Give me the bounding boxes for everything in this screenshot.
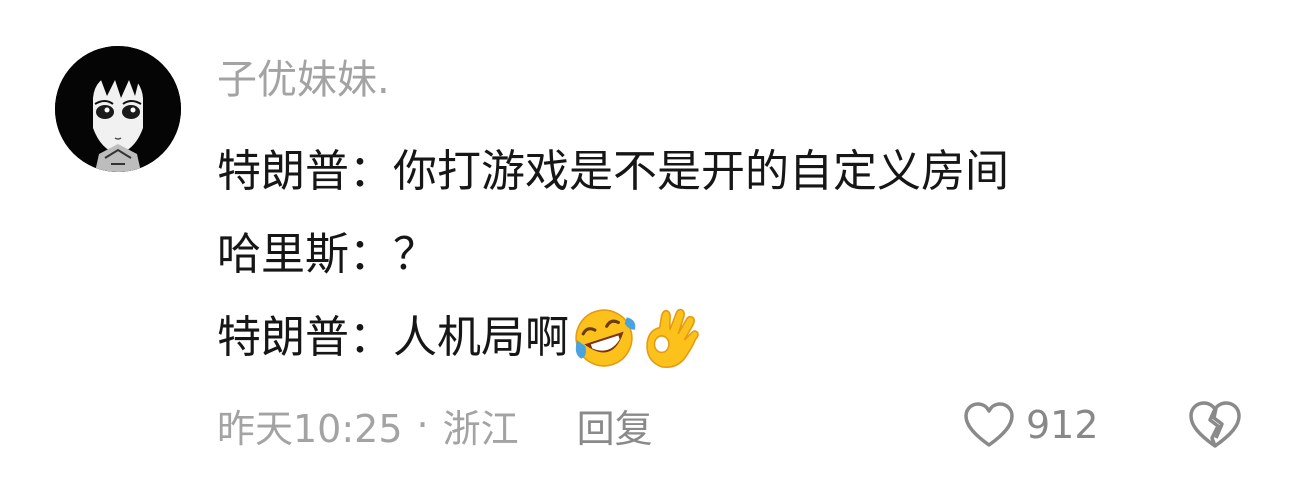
comment-line-text: 特朗普：你打游戏是不是开的自定义房间: [217, 146, 1009, 197]
comment-line-text: 哈里斯：？: [217, 229, 437, 280]
username[interactable]: 子优妹妹.: [217, 52, 390, 108]
meta-separator: ·: [416, 403, 429, 447]
comment-item: 子优妹妹. 特朗普：你打游戏是不是开的自定义房间 哈里斯：？ 特朗普：人机局啊: [0, 0, 1312, 495]
avatar-image: [55, 46, 181, 172]
timestamp: 昨天10:25: [217, 406, 403, 451]
rolling-laughing-emoji-icon: [575, 308, 636, 367]
avatar[interactable]: [55, 46, 181, 172]
broken-heart-icon[interactable]: [1186, 398, 1244, 452]
comment-line-text: 特朗普：人机局啊: [217, 312, 569, 363]
location: 浙江: [442, 406, 519, 451]
comment-meta: 昨天10:25 · 浙江 回复: [217, 397, 653, 453]
heart-outline-icon: [964, 402, 1014, 447]
comment-line: 特朗普：你打游戏是不是开的自定义房间: [217, 130, 1277, 213]
comment-line: 特朗普：人机局啊: [217, 296, 1277, 379]
comment-content: 特朗普：你打游戏是不是开的自定义房间 哈里斯：？ 特朗普：人机局啊: [217, 130, 1277, 379]
like-button[interactable]: 912: [962, 397, 1099, 453]
like-count: 912: [1026, 403, 1099, 447]
ok-hand-emoji-icon: [646, 308, 699, 368]
reply-button[interactable]: 回复: [577, 398, 653, 453]
comment-line: 哈里斯：？: [217, 213, 1277, 296]
